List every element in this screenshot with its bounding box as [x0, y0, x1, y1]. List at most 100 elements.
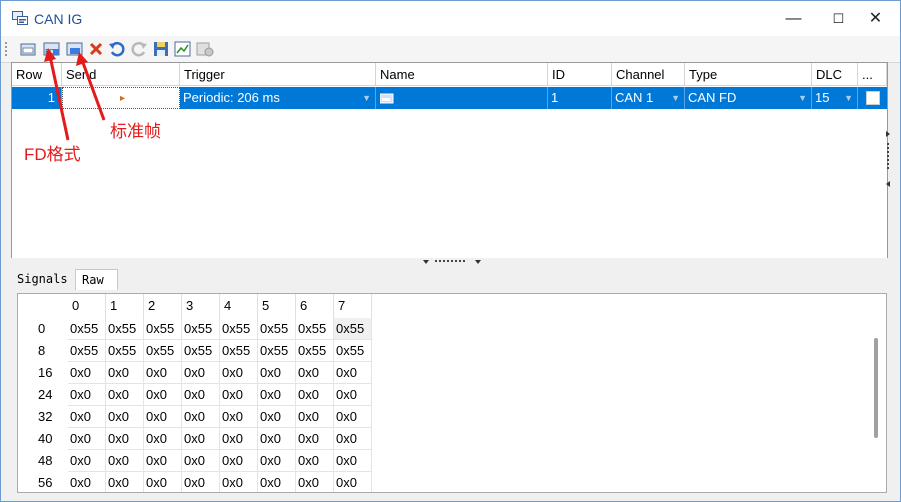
raw-data-cell[interactable]: 0x0	[182, 406, 220, 428]
header-name[interactable]: Name	[376, 63, 548, 86]
header-type[interactable]: Type	[685, 63, 812, 86]
delete-icon[interactable]	[86, 39, 106, 59]
raw-data-cell[interactable]: 0x0	[258, 362, 296, 384]
raw-data-cell[interactable]: 0x0	[68, 384, 106, 406]
raw-data-cell[interactable]: 0x0	[296, 472, 334, 492]
header-send[interactable]: Send	[62, 63, 180, 86]
raw-data-cell[interactable]: 0x0	[144, 406, 182, 428]
dlc-select[interactable]: 15 ▼	[812, 87, 858, 109]
header-more[interactable]: ...	[858, 63, 887, 86]
tab-signals[interactable]: Signals	[11, 269, 74, 289]
raw-data-cell[interactable]: 0x0	[144, 362, 182, 384]
row-checkbox[interactable]	[866, 91, 880, 105]
trigger-select[interactable]: Periodic: 206 ms ▼	[180, 87, 376, 109]
raw-data-cell[interactable]: 0x0	[68, 472, 106, 492]
raw-data-cell[interactable]: 0x0	[106, 472, 144, 492]
raw-data-cell[interactable]: 0x0	[106, 384, 144, 406]
header-id[interactable]: ID	[548, 63, 612, 86]
raw-data-cell[interactable]: 0x55	[296, 318, 334, 340]
raw-data-cell[interactable]: 0x0	[296, 428, 334, 450]
raw-data-cell[interactable]: 0x0	[182, 362, 220, 384]
id-cell[interactable]: 1	[548, 87, 612, 109]
save-icon[interactable]	[151, 39, 171, 59]
horizontal-splitter[interactable]	[1, 258, 900, 266]
raw-data-cell[interactable]: 0x0	[334, 406, 372, 428]
header-trigger[interactable]: Trigger	[180, 63, 376, 86]
raw-data-cell[interactable]: 0x0	[258, 406, 296, 428]
raw-data-cell[interactable]: 0x0	[334, 472, 372, 492]
raw-data-cell[interactable]: 0x0	[334, 428, 372, 450]
side-splitter-handle[interactable]	[885, 129, 891, 189]
raw-data-cell[interactable]: 0x0	[220, 428, 258, 450]
header-dlc[interactable]: DLC	[812, 63, 858, 86]
raw-data-cell[interactable]: 0x0	[144, 450, 182, 472]
raw-data-cell[interactable]: 0x0	[68, 362, 106, 384]
raw-data-cell[interactable]: 0x55	[220, 318, 258, 340]
raw-data-cell[interactable]: 0x0	[182, 472, 220, 492]
header-channel[interactable]: Channel	[612, 63, 685, 86]
channel-select[interactable]: CAN 1 ▼	[612, 87, 685, 109]
raw-data-cell[interactable]: 0x55	[220, 340, 258, 362]
type-select[interactable]: CAN FD ▼	[685, 87, 812, 109]
add-can-message-icon[interactable]	[19, 39, 39, 59]
raw-data-cell[interactable]: 0x0	[296, 406, 334, 428]
raw-data-cell[interactable]: 0x55	[182, 340, 220, 362]
raw-data-cell[interactable]: 0x0	[144, 472, 182, 492]
raw-data-cell[interactable]: 0x0	[182, 384, 220, 406]
raw-row-label: 0	[38, 321, 46, 336]
raw-data-cell[interactable]: 0x0	[334, 450, 372, 472]
raw-data-cell[interactable]: 0x0	[106, 362, 144, 384]
tab-raw-data[interactable]: Raw Data	[75, 269, 118, 307]
raw-data-cell[interactable]: 0x0	[334, 362, 372, 384]
raw-data-cell[interactable]: 0x0	[220, 384, 258, 406]
raw-data-cell[interactable]: 0x55	[106, 318, 144, 340]
raw-data-cell[interactable]: 0x0	[220, 472, 258, 492]
table-row[interactable]: 1 ▸ Periodic: 206 ms ▼ 1 CAN 1 ▼ CAN FD ▼ 1…	[12, 87, 887, 109]
raw-data-cell[interactable]: 0x0	[68, 428, 106, 450]
message-name-icon	[380, 93, 394, 104]
chart-icon[interactable]	[173, 39, 193, 59]
add-standard-frame-icon[interactable]	[65, 39, 85, 59]
raw-data-cell[interactable]: 0x0	[182, 428, 220, 450]
raw-data-cell[interactable]: 0x55	[144, 318, 182, 340]
raw-data-cell[interactable]: 0x55	[258, 318, 296, 340]
raw-data-cell[interactable]: 0x0	[182, 450, 220, 472]
add-fd-message-icon[interactable]: FD	[42, 39, 62, 59]
header-row[interactable]: Row	[12, 63, 62, 86]
raw-data-cell[interactable]: 0x55	[182, 318, 220, 340]
raw-data-cell[interactable]: 0x55	[68, 340, 106, 362]
close-button[interactable]: ✕	[853, 1, 898, 36]
raw-data-cell[interactable]: 0x0	[220, 406, 258, 428]
raw-data-scrollbar[interactable]	[874, 338, 878, 438]
raw-data-cell[interactable]: 0x0	[296, 450, 334, 472]
raw-data-cell[interactable]: 0x55	[106, 340, 144, 362]
name-cell[interactable]	[376, 87, 548, 109]
raw-data-cell[interactable]: 0x55	[334, 340, 372, 362]
raw-data-cell[interactable]: 0x0	[144, 428, 182, 450]
raw-col-header: 6	[296, 294, 334, 318]
raw-data-cell[interactable]: 0x55	[334, 318, 372, 340]
raw-data-cell[interactable]: 0x0	[68, 406, 106, 428]
undo-icon[interactable]	[107, 39, 127, 59]
raw-data-cell[interactable]: 0x55	[144, 340, 182, 362]
send-button[interactable]: ▸	[62, 87, 180, 109]
raw-data-cell[interactable]: 0x55	[258, 340, 296, 362]
raw-data-cell[interactable]: 0x0	[68, 450, 106, 472]
raw-data-cell[interactable]: 0x0	[334, 384, 372, 406]
raw-data-cell[interactable]: 0x0	[144, 384, 182, 406]
minimize-button[interactable]: —	[771, 1, 816, 36]
raw-data-cell[interactable]: 0x0	[258, 384, 296, 406]
raw-data-cell[interactable]: 0x0	[106, 450, 144, 472]
raw-data-cell[interactable]: 0x0	[106, 428, 144, 450]
raw-data-cell[interactable]: 0x0	[258, 428, 296, 450]
raw-data-cell[interactable]: 0x0	[296, 362, 334, 384]
raw-data-cell[interactable]: 0x0	[258, 472, 296, 492]
raw-data-cell[interactable]: 0x0	[296, 384, 334, 406]
raw-data-cell[interactable]: 0x55	[296, 340, 334, 362]
raw-data-cell[interactable]: 0x0	[220, 362, 258, 384]
raw-data-cell[interactable]: 0x55	[68, 318, 106, 340]
toolbar-grip[interactable]	[5, 42, 9, 56]
raw-data-cell[interactable]: 0x0	[258, 450, 296, 472]
raw-data-cell[interactable]: 0x0	[106, 406, 144, 428]
raw-data-cell[interactable]: 0x0	[220, 450, 258, 472]
